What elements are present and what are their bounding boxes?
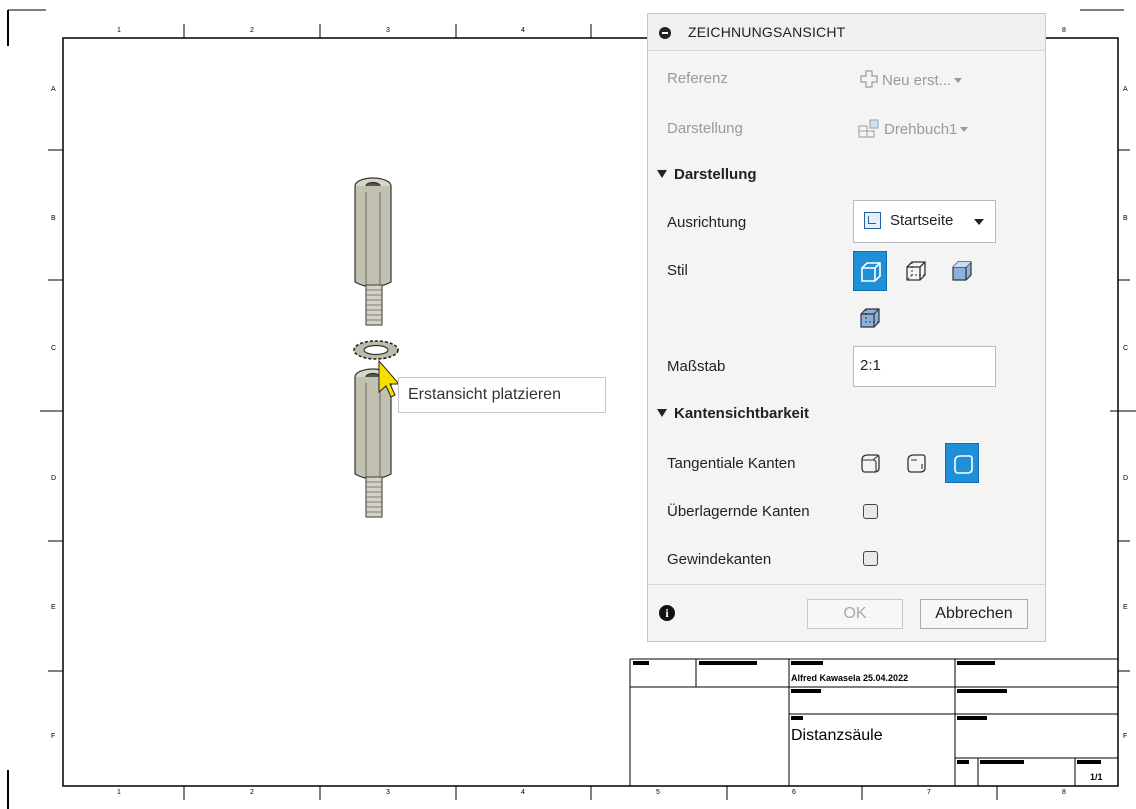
zone-label-bottom: 7 (927, 789, 931, 796)
zone-label-left: D (51, 475, 57, 482)
massstab-input[interactable]: 2:1 (853, 346, 996, 387)
storyboard-icon (858, 119, 879, 138)
zone-label-right: A (1123, 86, 1128, 93)
ueberlagernde-label: Überlagernde Kanten (667, 503, 810, 520)
redacted-field (791, 689, 821, 693)
zone-label-top: 1 (117, 27, 121, 34)
redacted-field (957, 716, 987, 720)
stil-label: Stil (667, 262, 688, 279)
zone-label-right: D (1123, 475, 1129, 482)
ausrichtung-value: Startseite (890, 212, 954, 229)
tangentiale-label: Tangentiale Kanten (667, 455, 796, 472)
title-block-drawing-title: Distanzsäule (791, 727, 883, 744)
plus-icon (860, 70, 878, 88)
ausrichtung-label: Ausrichtung (667, 214, 747, 231)
title-block-sheet-number: 1/1 (1090, 772, 1103, 782)
part-preview (353, 177, 399, 518)
zone-label-top: 3 (386, 27, 390, 34)
zone-label-bottom: 8 (1062, 789, 1066, 796)
chevron-down-icon (974, 219, 984, 225)
section-darstellung[interactable]: Darstellung (657, 166, 757, 183)
tangent-full-button[interactable] (853, 443, 887, 483)
zone-label-bottom: 2 (250, 789, 254, 796)
cube-shaded-icon (952, 261, 972, 281)
zone-label-top: 2 (250, 27, 254, 34)
zone-label-bottom: 5 (656, 789, 660, 796)
style-hidden-edges-button[interactable] (899, 251, 933, 291)
dialog-title: ZEICHNUNGSANSICHT (688, 24, 846, 40)
referenz-value: Neu erst... (882, 72, 952, 89)
redacted-field (1077, 760, 1101, 764)
zone-label-top: 4 (521, 27, 525, 34)
ok-button[interactable]: OK (807, 599, 903, 629)
zone-label-right: C (1123, 345, 1129, 352)
collapse-icon[interactable] (659, 27, 671, 39)
redacted-field (980, 760, 1024, 764)
zone-label-right: B (1123, 215, 1128, 222)
zone-label-top: 8 (1062, 27, 1066, 34)
drawing-view-dialog: ZEICHNUNGSANSICHT Referenz Neu erst... D… (647, 13, 1046, 642)
style-visible-edges-button[interactable] (853, 251, 887, 291)
zone-label-right: E (1123, 604, 1128, 611)
tangent-edges-full-icon (861, 454, 880, 473)
cube-wireframe-icon (861, 262, 881, 282)
zone-label-left: A (51, 86, 56, 93)
cube-hidden-lines-icon (906, 261, 926, 281)
darstellung-dropdown: Drehbuch1 (858, 118, 969, 138)
gewinde-checkbox[interactable] (863, 551, 878, 566)
zone-label-left: C (51, 345, 57, 352)
redacted-field (633, 661, 649, 665)
zone-label-right: F (1123, 733, 1128, 740)
redacted-field (791, 716, 803, 720)
zone-label-left: F (51, 733, 56, 740)
darstellung-value: Drehbuch1 (884, 121, 958, 138)
massstab-label: Maßstab (667, 358, 726, 375)
tangent-edges-off-icon (954, 455, 973, 474)
title-block-author-date: Alfred Kawasela 25.04.2022 (791, 673, 909, 683)
zone-label-bottom: 3 (386, 789, 390, 796)
ausrichtung-dropdown[interactable]: Startseite (853, 200, 996, 243)
referenz-label: Referenz (667, 70, 728, 87)
style-shaded-hidden-button[interactable] (853, 298, 887, 338)
dialog-header[interactable]: ZEICHNUNGSANSICHT (648, 14, 1045, 51)
tangent-edges-short-icon (907, 454, 926, 473)
style-shaded-button[interactable] (945, 251, 979, 291)
cube-shaded-hidden-icon (860, 308, 880, 328)
ueberlagernde-checkbox[interactable] (863, 504, 878, 519)
darstellung-row-label: Darstellung (667, 120, 743, 137)
gewinde-label: Gewindekanten (667, 551, 772, 568)
zone-label-left: E (51, 604, 56, 611)
footer-divider (648, 584, 1045, 585)
cancel-button[interactable]: Abbrechen (920, 599, 1028, 629)
zone-label-bottom: 4 (521, 789, 525, 796)
zone-label-left: B (51, 215, 56, 222)
redacted-field (957, 661, 995, 665)
section-kantensichtbarkeit[interactable]: Kantensichtbarkeit (657, 405, 809, 422)
tangent-off-button[interactable] (945, 443, 979, 483)
redacted-field (957, 689, 1007, 693)
placement-tooltip: Erstansicht platzieren (398, 377, 606, 413)
info-icon[interactable]: i (659, 605, 675, 621)
referenz-dropdown: Neu erst... (860, 70, 963, 89)
tangent-short-button[interactable] (899, 443, 933, 483)
redacted-field (957, 760, 969, 764)
redacted-field (791, 661, 823, 665)
home-view-icon (864, 212, 881, 229)
redacted-field (699, 661, 757, 665)
zone-label-bottom: 6 (792, 789, 796, 796)
zone-label-bottom: 1 (117, 789, 121, 796)
